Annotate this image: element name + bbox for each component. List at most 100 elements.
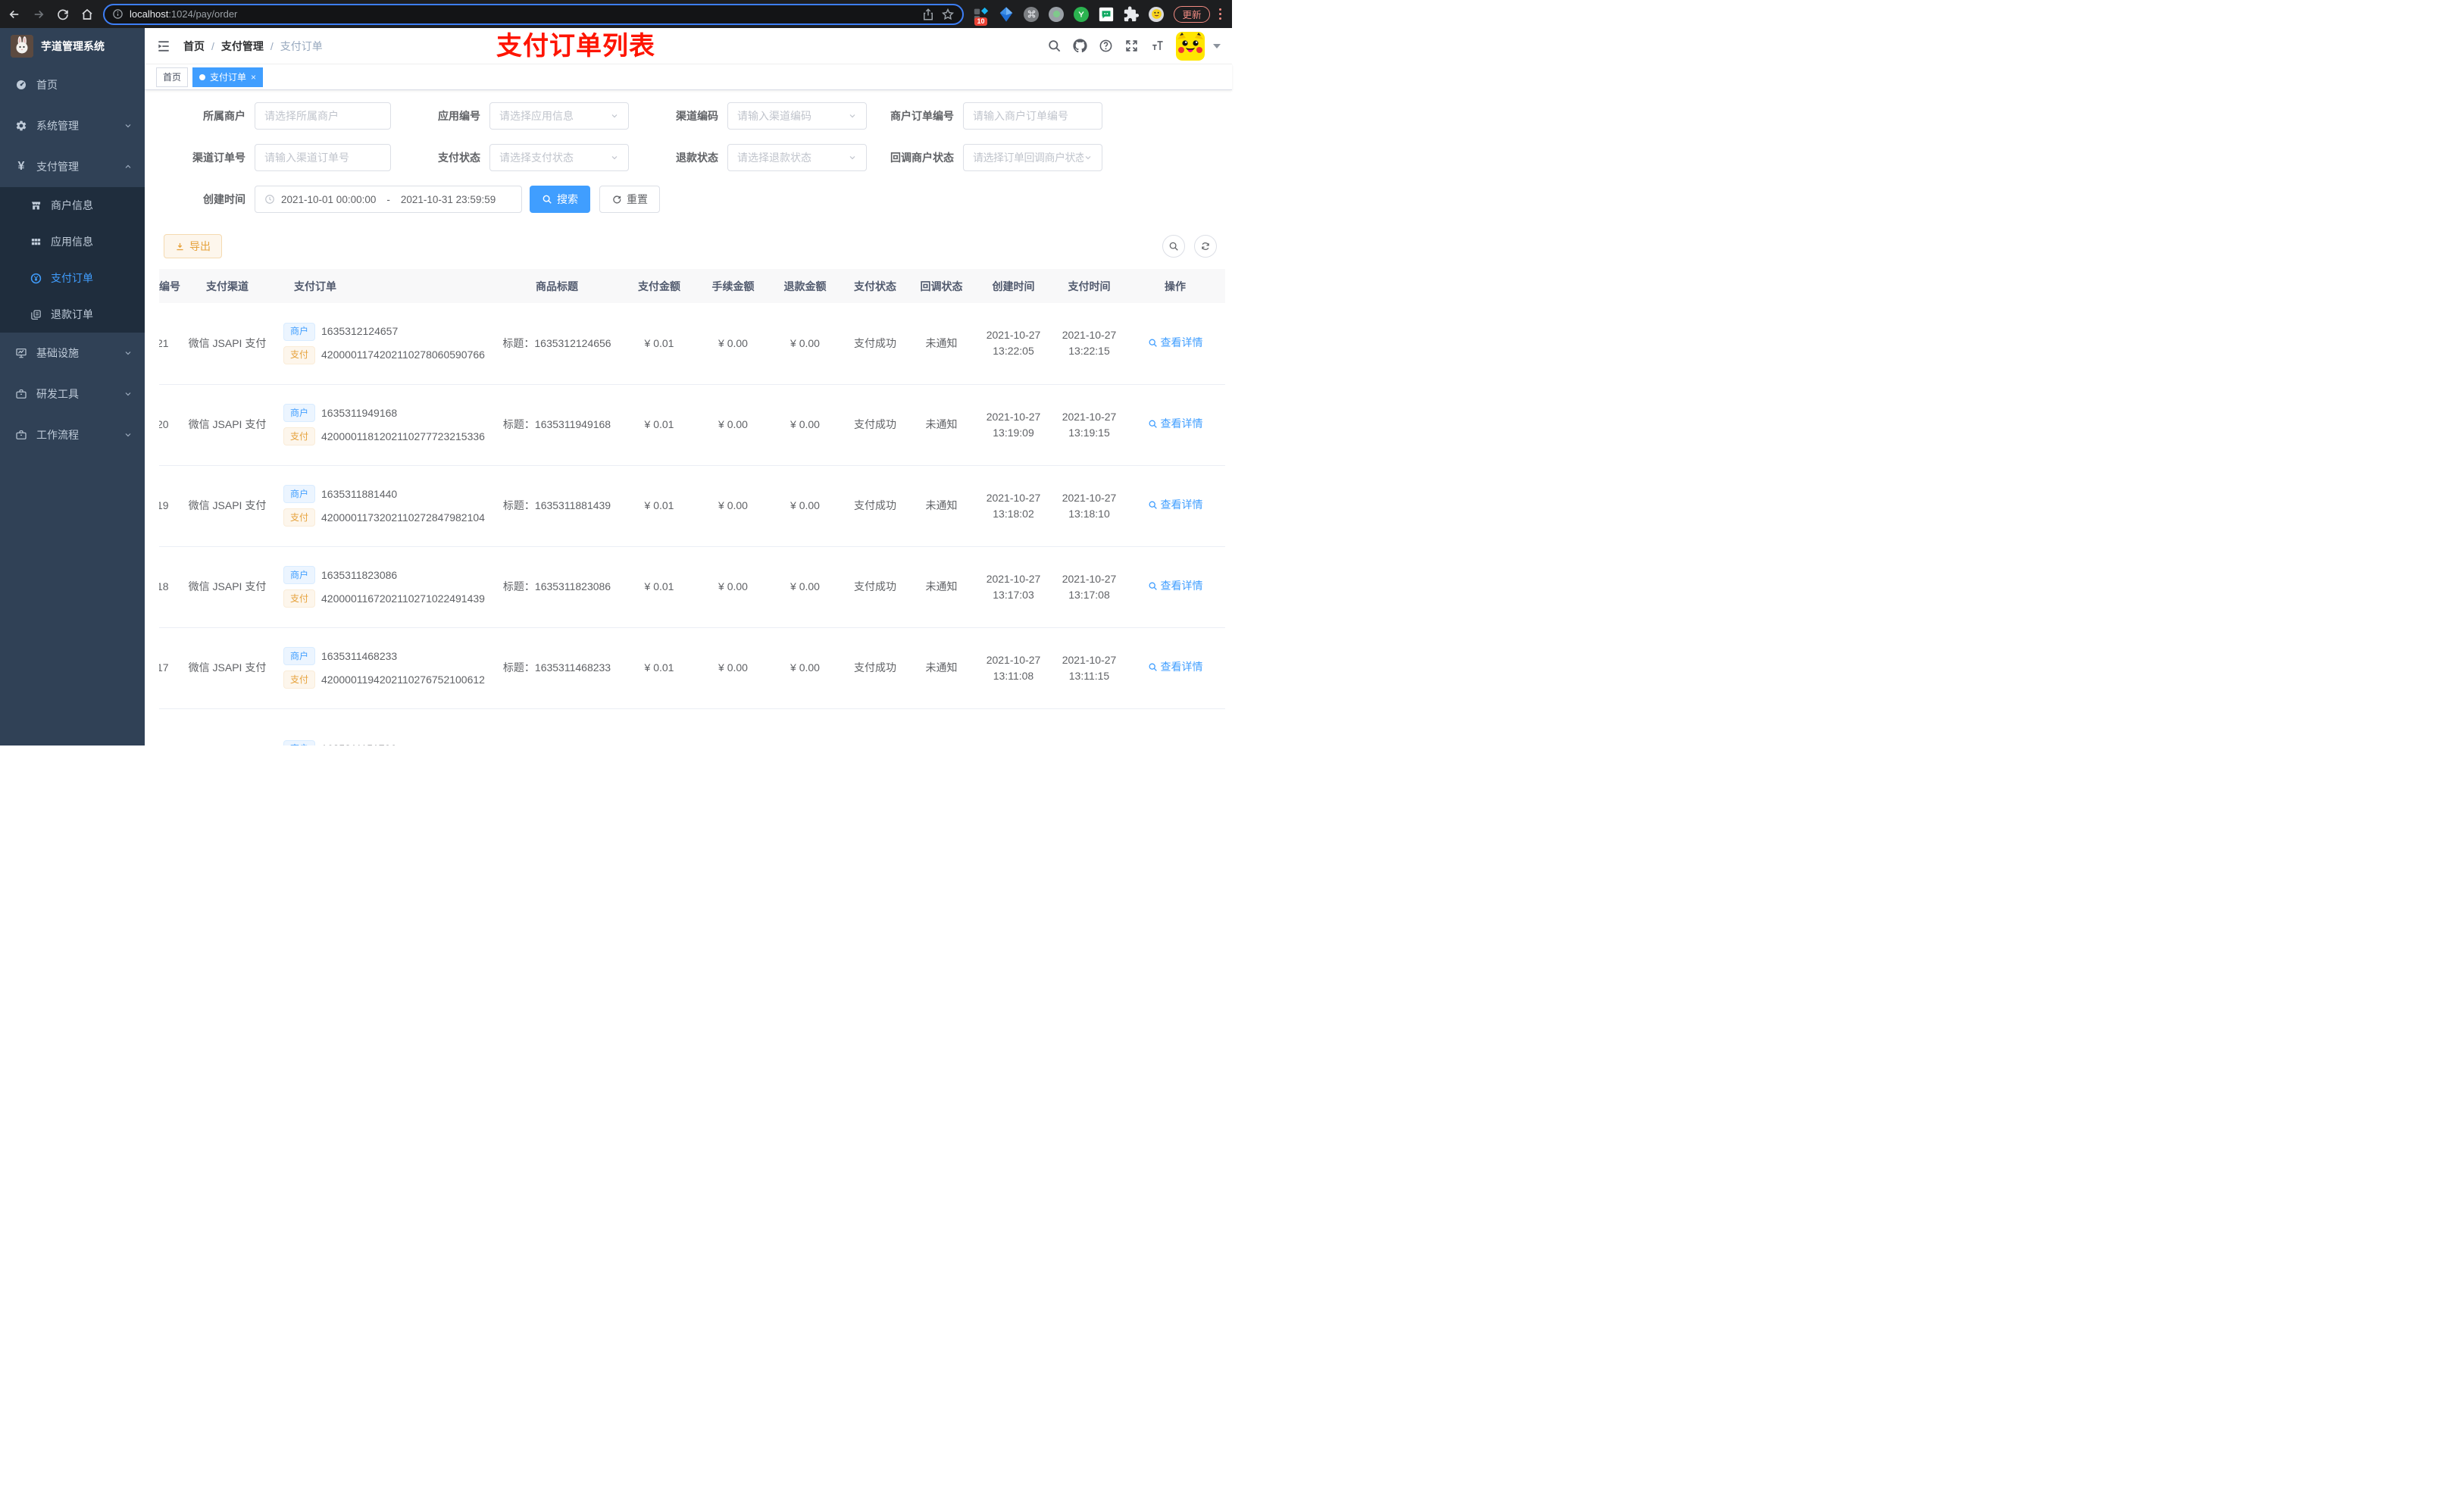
sidebar-item-pay-order[interactable]: 支付订单 (0, 260, 145, 296)
view-detail-link[interactable]: 查看详情 (1148, 335, 1203, 351)
cell-notify: 未通知 (909, 465, 974, 547)
reset-button[interactable]: 重置 (599, 186, 660, 213)
callback-status-select[interactable]: 请选择订单回调商户状态 (963, 144, 1102, 171)
cell-action: 查看详情 (1125, 627, 1225, 709)
cell-status: 支付成功 (841, 303, 909, 385)
tag-home[interactable]: 首页 (156, 67, 189, 87)
sidebar-item-refund-order[interactable]: 退款订单 (0, 296, 145, 333)
cell-created: 2021-10-27 13:17:03 (974, 546, 1053, 628)
sidebar-item-system[interactable]: 系统管理 (0, 105, 145, 146)
bookmark-star-icon[interactable] (941, 8, 955, 21)
chat-extension-icon[interactable] (1098, 6, 1115, 23)
help-icon[interactable] (1099, 39, 1113, 53)
cell-refund: ¥ 0.00 (769, 303, 841, 385)
channel-code-select[interactable]: 请输入渠道编码 (727, 102, 867, 130)
sidebar-item-app-info[interactable]: 应用信息 (0, 223, 145, 260)
cell-id: 20 (159, 384, 182, 466)
cell-empty (697, 708, 769, 746)
date-start[interactable]: 2021-10-01 00:00:00 (281, 194, 376, 205)
caret-down-icon[interactable] (1213, 43, 1221, 48)
sidebar-item-infrastructure[interactable]: 基础设施 (0, 333, 145, 374)
date-range-input[interactable]: 2021-10-01 00:00:00 - 2021-10-31 23:59:5… (255, 186, 522, 213)
puzzle-extension-icon[interactable] (1123, 5, 1140, 23)
chevron-up-icon (124, 162, 133, 171)
browser-update-button[interactable]: 更新 (1174, 5, 1210, 23)
search-button[interactable]: 搜索 (530, 186, 590, 213)
cell-empty (621, 708, 697, 746)
chevron-down-icon (610, 111, 619, 120)
cell-pay-order: 商户 1635311151796 (273, 708, 492, 746)
command-extension-icon[interactable] (1023, 6, 1040, 23)
refund-status-select[interactable]: 请选择退款状态 (727, 144, 867, 171)
cell-id (159, 708, 182, 746)
sidebar-item-label: 基础设施 (36, 347, 79, 359)
avatar[interactable] (1176, 31, 1205, 61)
merchant-order-no-input[interactable]: 请输入商户订单编号 (963, 102, 1102, 130)
back-icon[interactable] (8, 8, 21, 21)
pay-status-select[interactable]: 请选择支付状态 (489, 144, 629, 171)
export-button[interactable]: 导出 (164, 234, 222, 258)
blocks-extension-icon[interactable]: 10 (973, 6, 990, 26)
sidebar-item-home[interactable]: 首页 (0, 64, 145, 105)
close-icon[interactable]: × (251, 73, 256, 82)
breadcrumb-home[interactable]: 首页 (183, 39, 205, 54)
breadcrumb-pay-mgmt[interactable]: 支付管理 (221, 39, 264, 54)
fullscreen-icon[interactable] (1124, 39, 1139, 53)
cell-title: 标题：1635311949168 (492, 384, 621, 466)
site-info-icon[interactable] (112, 8, 124, 20)
channel-order-no-input[interactable]: 请输入渠道订单号 (255, 144, 391, 171)
url-bar[interactable]: localhost:1024/pay/order (103, 3, 965, 25)
view-detail-link[interactable]: 查看详情 (1148, 578, 1203, 594)
sidebar-item-workflow[interactable]: 工作流程 (0, 414, 145, 455)
view-detail-link[interactable]: 查看详情 (1148, 497, 1203, 513)
col-fee: 手续金额 (697, 269, 769, 303)
search-icon (1149, 501, 1157, 509)
home-icon[interactable] (80, 8, 94, 21)
merchant-select[interactable]: 请选择所属商户 (255, 102, 391, 130)
refresh-table-button[interactable] (1194, 235, 1217, 258)
toggle-search-button[interactable] (1162, 235, 1185, 258)
url-text[interactable]: localhost:1024/pay/order (130, 8, 915, 20)
sidebar-logo[interactable]: 芋道管理系统 (0, 28, 145, 64)
reload-icon[interactable] (56, 8, 70, 21)
cell-amount: ¥ 0.01 (621, 384, 697, 466)
date-end[interactable]: 2021-10-31 23:59:59 (401, 194, 496, 205)
view-detail-link[interactable]: 查看详情 (1148, 659, 1203, 675)
github-icon[interactable] (1073, 39, 1087, 53)
cell-fee: ¥ 0.00 (697, 303, 769, 385)
merchant-order-no: 1635311881440 (321, 487, 398, 500)
sidebar-item-merchant-info[interactable]: 商户信息 (0, 187, 145, 223)
table-row: 21 微信 JSAPI 支付 商户 1635312124657 支付 4200001… (159, 303, 1225, 385)
yen-circle-icon (30, 273, 42, 284)
kite-extension-icon[interactable] (998, 6, 1015, 23)
monitor-chart-icon (15, 347, 27, 359)
merchant-tag: 商户 (283, 739, 316, 746)
view-detail-link[interactable]: 查看详情 (1148, 416, 1203, 432)
cell-refund: ¥ 0.00 (769, 465, 841, 547)
cell-title: 标题：1635312124656 (492, 303, 621, 385)
search-icon[interactable] (1047, 39, 1062, 53)
cell-amount: ¥ 0.01 (621, 627, 697, 709)
share-icon[interactable] (921, 8, 935, 21)
font-size-icon[interactable] (1150, 39, 1165, 53)
pay-tag: 支付 (283, 589, 316, 608)
app-select[interactable]: 请选择应用信息 (489, 102, 629, 130)
active-dot (199, 73, 206, 80)
sidebar-item-label: 研发工具 (36, 388, 79, 400)
sidebar-toggle-icon[interactable] (156, 39, 171, 54)
forward-icon[interactable] (32, 8, 45, 21)
shop-icon (30, 200, 42, 211)
emoji-extension-icon[interactable] (1148, 6, 1165, 23)
record-extension-icon[interactable] (1048, 6, 1065, 23)
field-label: 商户订单编号 (890, 110, 954, 122)
breadcrumb-separator: / (270, 39, 274, 52)
browser-menu-icon[interactable] (1216, 5, 1225, 23)
cell-refund: ¥ 0.00 (769, 546, 841, 628)
sidebar-item-payment[interactable]: ¥ 支付管理 (0, 146, 145, 187)
tag-pay-order[interactable]: 支付订单 × (192, 67, 264, 87)
cell-status: 支付成功 (841, 465, 909, 547)
sidebar: 芋道管理系统 首页 系统管理 ¥ 支付管理 商户信息 应用信息 支付订单 退款订… (0, 28, 145, 746)
field-label: 所属商户 (203, 110, 245, 122)
y-extension-icon[interactable] (1073, 6, 1090, 23)
sidebar-item-dev-tools[interactable]: 研发工具 (0, 374, 145, 414)
